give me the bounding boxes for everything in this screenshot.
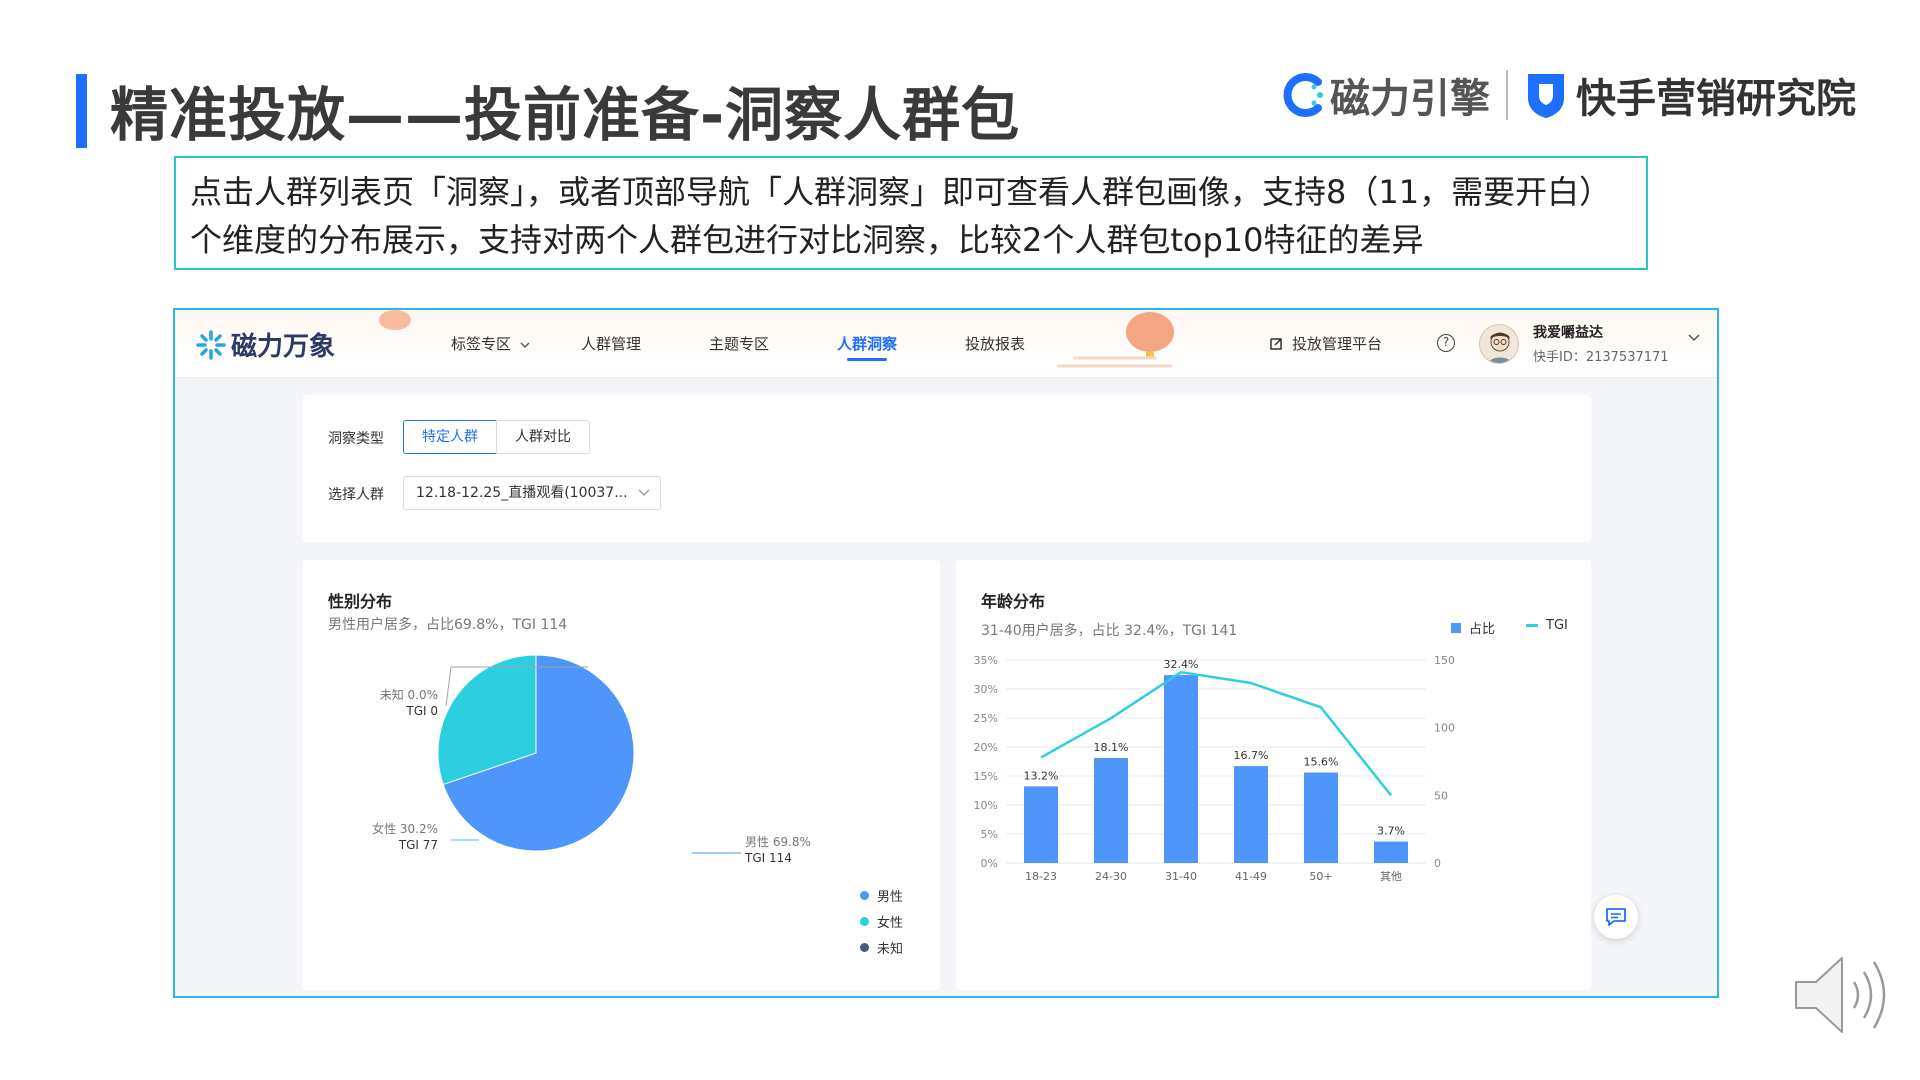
pie-label-female-tgi: TGI 77 xyxy=(398,838,438,852)
nav-label: 标签专区 xyxy=(451,335,512,353)
chevron-down-icon[interactable] xyxy=(1687,332,1701,342)
pie-label-male: 男性 69.8% xyxy=(745,835,811,849)
x-tick-label: 50+ xyxy=(1309,870,1332,883)
nav-delivery-report[interactable]: 投放报表 xyxy=(965,333,1025,354)
chevron-down-icon xyxy=(520,342,530,348)
nav-audience-management[interactable]: 人群管理 xyxy=(581,333,641,354)
age-bar-41-49[interactable] xyxy=(1234,766,1268,863)
x-tick-label: 41-49 xyxy=(1235,870,1267,883)
segment-audience-compare[interactable]: 人群对比 xyxy=(496,420,590,454)
logo-divider xyxy=(1506,70,1508,120)
cloud-decoration-icon xyxy=(1057,356,1173,368)
slide-title: 精准投放——投前准备-洞察人群包 xyxy=(110,81,1021,149)
nav-active-underline xyxy=(847,358,887,361)
user-name: 我爱嚼益达 xyxy=(1533,325,1603,341)
y2-tick-label: 0 xyxy=(1434,857,1441,870)
bar-data-label: 3.7% xyxy=(1377,825,1405,838)
age-bar-24-30[interactable] xyxy=(1094,758,1128,863)
user-id: 快手ID：2137537171 xyxy=(1533,350,1669,365)
age-bar-18-23[interactable] xyxy=(1024,786,1058,863)
segment-specific-audience[interactable]: 特定人群 xyxy=(403,420,497,454)
brand-logos: 磁力引擎 快手营销研究院 xyxy=(1280,64,1856,126)
external-link-icon xyxy=(1270,337,1282,350)
y-tick-label: 35% xyxy=(974,654,998,667)
legend-male-label: 男性 xyxy=(877,890,904,905)
age-distribution-card: 年龄分布 31-40用户居多，占比 32.4%，TGI 141 占比 TGI 0… xyxy=(956,560,1591,990)
kuaishou-research-logo: 快手营销研究院 xyxy=(1524,66,1856,124)
delivery-platform-link[interactable]: 投放管理平台 xyxy=(1268,333,1382,354)
y-tick-label: 20% xyxy=(974,741,998,754)
description-box: 点击人群列表页「洞察」，或者顶部导航「人群洞察」即可查看人群包画像，支持8（11… xyxy=(174,156,1648,270)
app-logo-text: 磁力万象 xyxy=(231,332,336,362)
bar-data-label: 16.7% xyxy=(1234,749,1269,762)
avatar[interactable] xyxy=(1479,324,1519,364)
kuaishou-logo-text: 快手营销研究院 xyxy=(1576,76,1856,122)
gender-distribution-card: 性别分布 男性用户居多，占比69.8%，TGI 114 未知 0.0% TGI … xyxy=(303,560,940,990)
age-bar-50+[interactable] xyxy=(1304,772,1338,863)
legend-unknown-label: 未知 xyxy=(877,942,904,957)
pie-label-female: 女性 30.2% xyxy=(372,821,438,836)
gender-pie-chart: 未知 0.0% TGI 0 女性 30.2% TGI 77 男性 69.8% T… xyxy=(372,654,811,865)
description-line-1: 点击人群列表页「洞察」，或者顶部导航「人群洞察」即可查看人群包画像，支持8（11… xyxy=(190,173,1612,211)
insight-type-label: 洞察类型 xyxy=(328,431,384,447)
y2-tick-label: 150 xyxy=(1434,654,1455,667)
filter-panel: 洞察类型 特定人群 人群对比 选择人群 12.18-12.25_直播观看(100… xyxy=(303,395,1591,542)
tgi-line[interactable] xyxy=(1040,670,1392,797)
spark-logo-icon xyxy=(196,329,226,360)
nav-tag-zone[interactable]: 标签专区 xyxy=(451,333,530,354)
x-tick-label: 18-23 xyxy=(1025,870,1057,883)
y-tick-label: 15% xyxy=(974,770,998,783)
chat-button[interactable] xyxy=(1594,895,1638,939)
audience-select[interactable]: 12.18-12.25_直播观看(10037... xyxy=(403,476,661,510)
app-window: 磁力万象 标签专区 人群管理 主题专区 人群洞察 投放报表 投放管理平台 ? 我… xyxy=(173,308,1719,998)
kuaishou-shield-icon xyxy=(1528,74,1564,118)
x-tick-label: 24-30 xyxy=(1095,870,1127,883)
bar-data-label: 18.1% xyxy=(1094,741,1129,754)
legend-female-label: 女性 xyxy=(877,916,904,931)
bar-data-label: 32.4% xyxy=(1164,658,1199,671)
user-portrait-icon xyxy=(1488,332,1512,363)
y-tick-label: 0% xyxy=(981,857,998,870)
y-tick-label: 30% xyxy=(974,683,998,696)
help-icon[interactable]: ? xyxy=(1437,334,1455,352)
select-audience-label: 选择人群 xyxy=(328,487,384,503)
speaker-icon[interactable] xyxy=(1790,950,1900,1040)
legend-female[interactable]: 女性 xyxy=(860,912,903,931)
delivery-platform-label: 投放管理平台 xyxy=(1292,335,1383,353)
legend-male[interactable]: 男性 xyxy=(860,886,903,905)
nav-theme-zone[interactable]: 主题专区 xyxy=(709,333,769,354)
legend-male-dot xyxy=(860,891,869,900)
nav-audience-insight[interactable]: 人群洞察 xyxy=(837,333,897,354)
lantern-decoration-icon xyxy=(379,310,411,330)
y-tick-label: 5% xyxy=(981,828,998,841)
x-tick-label: 31-40 xyxy=(1165,870,1197,883)
y2-tick-label: 100 xyxy=(1434,722,1455,735)
legend-female-dot xyxy=(860,917,869,926)
age-bar-chart: 0% 5% 10% 15% 20% 25% 30% 35% 0 50 100 150 13.2% 18-2… xyxy=(974,654,1455,883)
age-bar-31-40[interactable] xyxy=(1164,675,1198,863)
legend-unknown-dot xyxy=(860,943,869,952)
description-line-2: 个维度的分布展示，支持对两个人群包进行对比洞察，比较2个人群包top10特征的差… xyxy=(190,221,1424,259)
pie-label-unknown: 未知 0.0% xyxy=(380,688,438,702)
bar-data-label: 13.2% xyxy=(1024,769,1059,782)
x-tick-label: 其他 xyxy=(1380,870,1402,883)
y2-tick-label: 50 xyxy=(1434,789,1448,802)
y-tick-label: 10% xyxy=(974,799,998,812)
pie-label-male-tgi: TGI 114 xyxy=(744,851,792,865)
app-logo[interactable]: 磁力万象 xyxy=(195,326,335,363)
legend-unknown[interactable]: 未知 xyxy=(860,938,903,957)
bar-data-label: 15.6% xyxy=(1304,756,1339,769)
title-accent-bar xyxy=(76,74,87,148)
chat-icon xyxy=(1606,908,1626,926)
cili-logo-text: 磁力引擎 xyxy=(1330,76,1490,122)
cili-c-icon xyxy=(1283,73,1323,117)
age-bar-其他[interactable] xyxy=(1374,841,1408,863)
y-tick-label: 25% xyxy=(974,712,998,725)
cili-engine-logo: 磁力引擎 xyxy=(1280,66,1490,124)
pie-label-unknown-tgi: TGI 0 xyxy=(405,704,438,718)
chevron-down-icon xyxy=(638,489,650,496)
top-navigation: 磁力万象 标签专区 人群管理 主题专区 人群洞察 投放报表 投放管理平台 ? 我… xyxy=(175,310,1717,378)
audience-select-value: 12.18-12.25_直播观看(10037... xyxy=(416,485,628,501)
